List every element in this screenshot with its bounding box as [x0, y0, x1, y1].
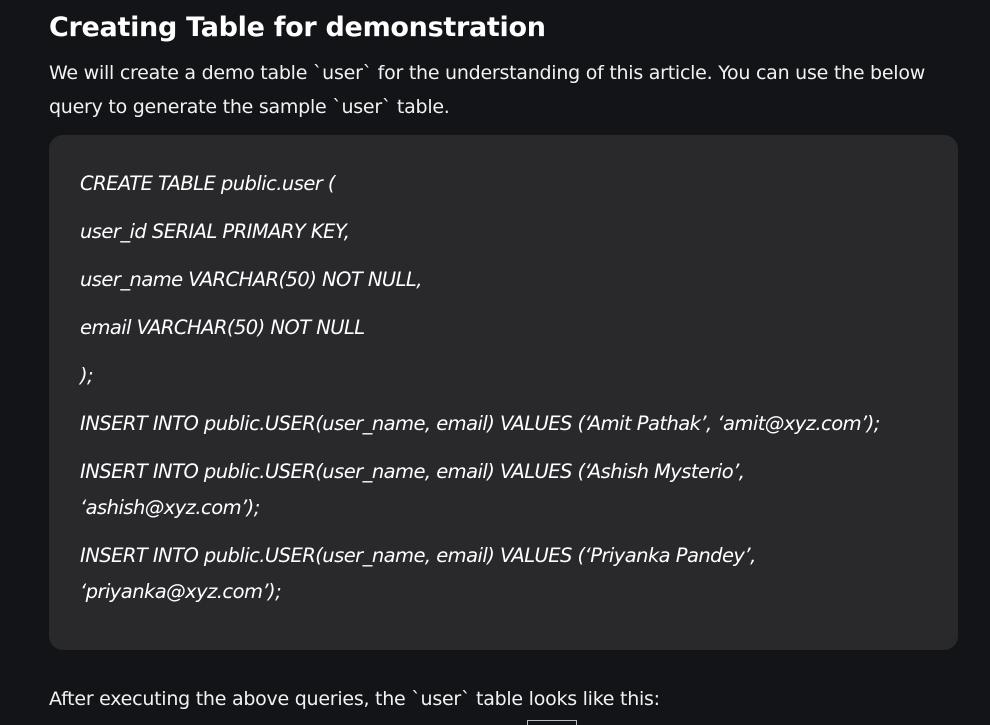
section-heading: Creating Table for demonstration	[49, 12, 546, 43]
code-line-insert-amit: INSERT INTO public.USER(user_name, email…	[80, 412, 880, 435]
outro-paragraph: After executing the above queries, the `…	[49, 688, 660, 710]
code-line-user-name: user_name VARCHAR(50) NOT NULL,	[80, 268, 422, 291]
code-line-user-id: user_id SERIAL PRIMARY KEY,	[80, 220, 350, 243]
code-line-close-paren: );	[80, 364, 94, 387]
code-block: CREATE TABLE public.user ( user_id SERIA…	[49, 135, 958, 650]
code-line-insert-ashish: INSERT INTO public.USER(user_name, email…	[80, 460, 745, 483]
code-line-insert-priyanka: INSERT INTO public.USER(user_name, email…	[80, 544, 756, 567]
code-line-insert-ashish-cont: ‘ashish@xyz.com’);	[80, 496, 260, 519]
code-line-email: email VARCHAR(50) NOT NULL	[80, 316, 365, 339]
code-line-insert-priyanka-cont: ‘priyanka@xyz.com’);	[80, 580, 282, 603]
code-line-create-table: CREATE TABLE public.user (	[80, 172, 336, 195]
intro-paragraph: We will create a demo table `user` for t…	[49, 62, 925, 118]
result-table-edge	[527, 720, 577, 725]
